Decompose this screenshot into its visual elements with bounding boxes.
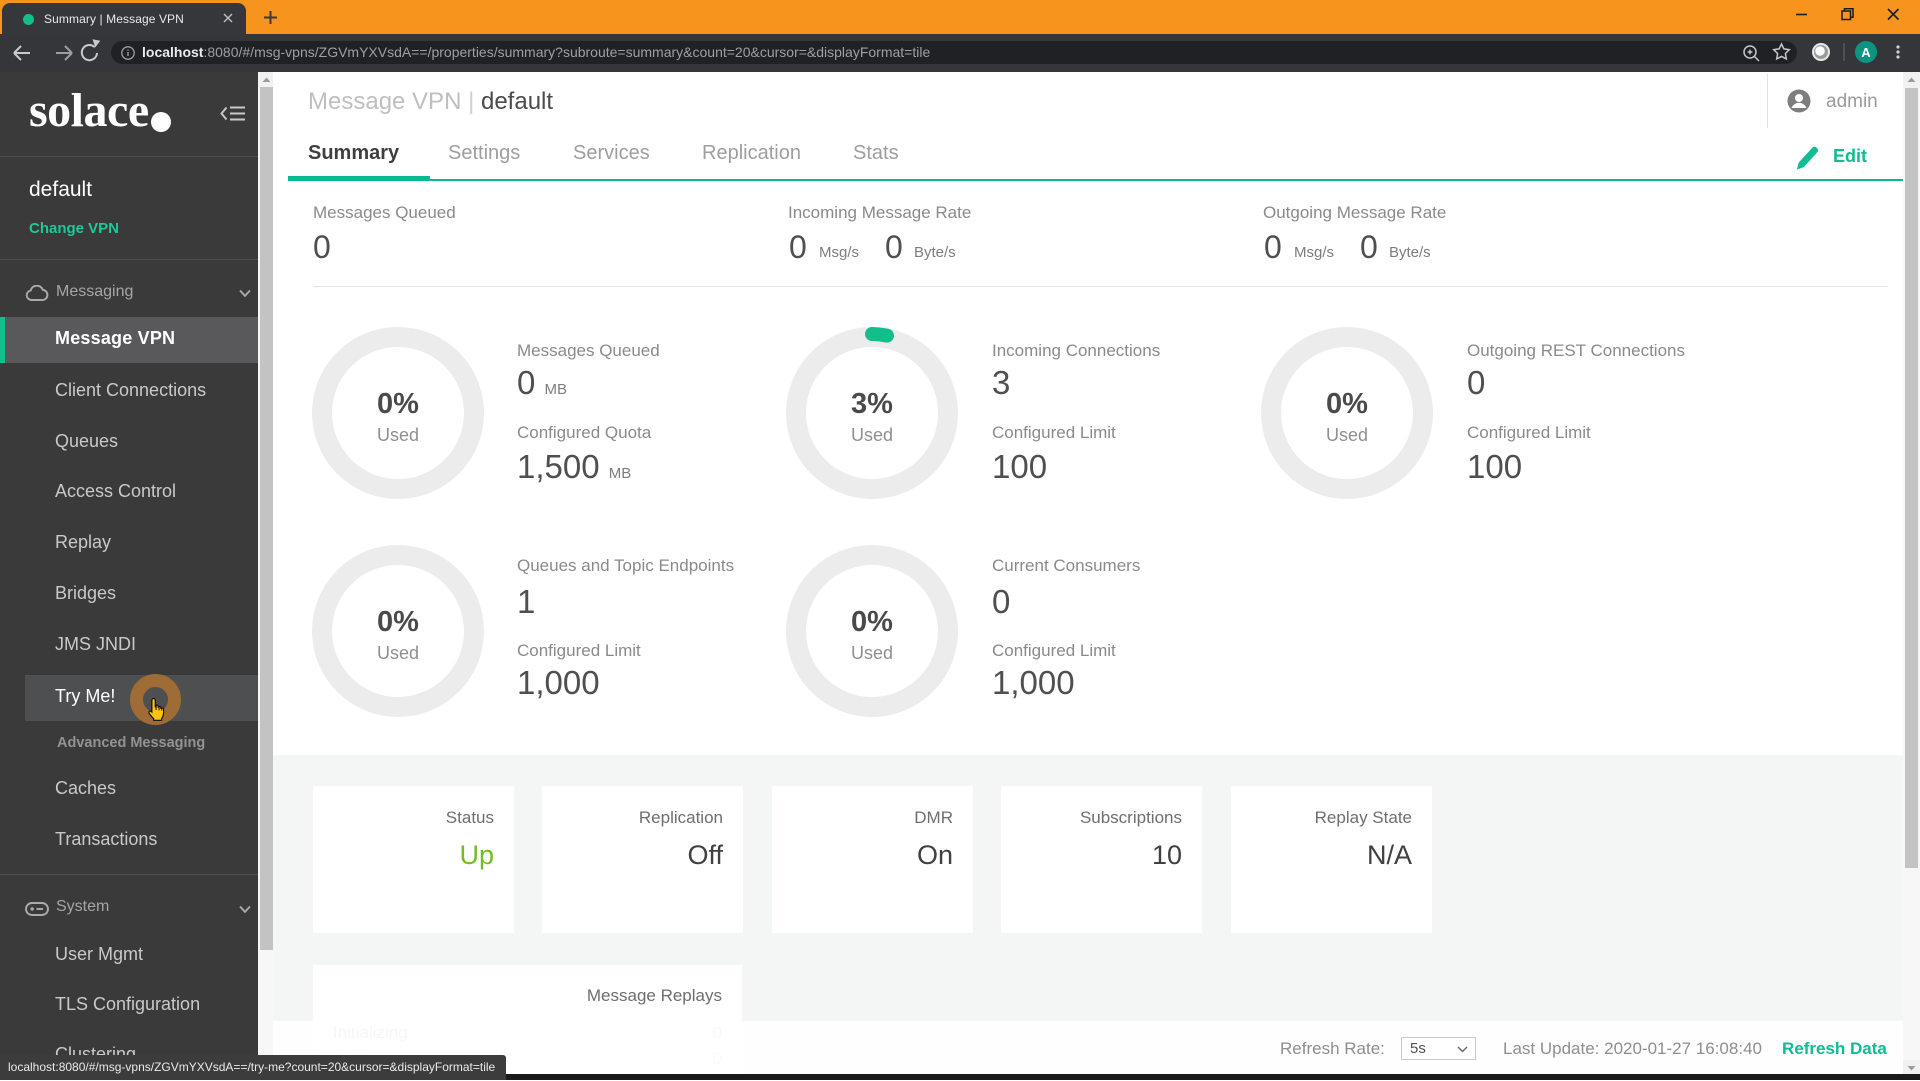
svg-text:A: A bbox=[1861, 45, 1871, 60]
